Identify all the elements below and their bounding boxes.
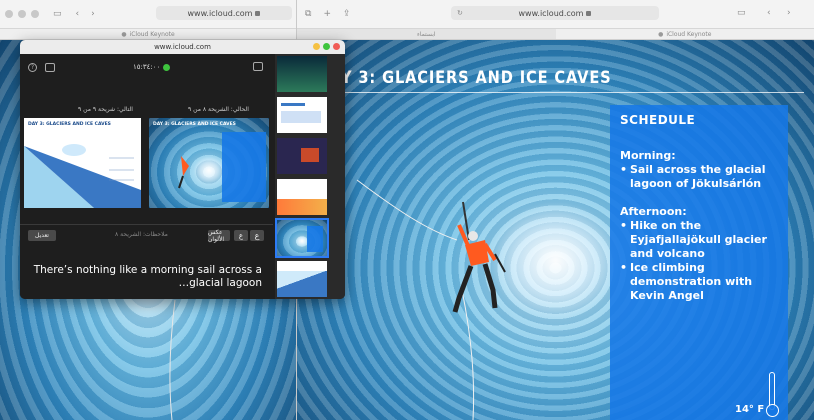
notes-label: ملاحظات: الشريحة ٨ <box>115 231 168 238</box>
sidebar-panel-icon[interactable] <box>253 62 263 71</box>
lock-icon <box>255 10 261 16</box>
address-text: www.icloud.com <box>187 8 253 18</box>
window-zoom-button[interactable] <box>31 10 39 18</box>
right-toolbar: ⧉ + ⇪ ↻ www.icloud.com ▭ ‹ › <box>297 0 814 28</box>
afternoon-item: Hike on the Eyjafjallajökull glacier and… <box>620 219 778 261</box>
tab-arabic-label: ابستماء <box>416 30 436 38</box>
right-browser-window: ⧉ + ⇪ ↻ www.icloud.com ▭ ‹ › ابستماء ● i… <box>296 0 814 420</box>
navigator-slide-6[interactable] <box>277 261 327 297</box>
reload-icon[interactable]: ↻ <box>457 9 463 17</box>
back-icon[interactable]: ‹ <box>76 9 80 19</box>
right-lock-icon <box>586 10 592 16</box>
current-thumb-climber <box>178 156 189 189</box>
slide-canvas: Y 3: GLACIERS AND ICE CAVES SCHEDULE Mor… <box>297 40 814 420</box>
glacier-diagram <box>24 144 141 208</box>
presenter-titlebar: www.icloud.com <box>20 40 345 54</box>
forward-icon-right[interactable]: › <box>787 9 791 18</box>
invert-colors-button[interactable]: عكس الألوان <box>208 229 230 243</box>
right-tab-bar: ابستماء ● iCloud Keynote <box>297 28 814 40</box>
navigator-slide-2[interactable] <box>277 97 327 133</box>
temperature-label: 14° F <box>735 404 765 415</box>
font-larger-button[interactable]: ع <box>250 230 264 241</box>
slide-navigator <box>275 54 345 299</box>
presenter-zoom-button[interactable] <box>323 43 330 50</box>
navigator-slide-1[interactable] <box>277 56 327 92</box>
tab-icloud-keynote-right[interactable]: ● iCloud Keynote <box>555 29 814 39</box>
presenter-url: www.icloud.com <box>154 43 211 51</box>
window-close-button[interactable] <box>5 10 13 18</box>
tab-label: iCloud Keynote <box>129 30 175 38</box>
morning-list: Sail across the glacial lagoon of Jökuls… <box>620 163 778 191</box>
timer-text: ١٥:٣٤:٠٠ <box>133 63 161 71</box>
right-address-bar[interactable]: ↻ www.icloud.com <box>451 6 659 20</box>
edit-notes-button[interactable]: تعديل <box>28 230 56 241</box>
afternoon-heading: Afternoon: <box>620 205 687 218</box>
presenter-notes-text: There’s nothing like a morning sail acro… <box>33 264 262 289</box>
help-icon[interactable]: ? <box>28 62 37 72</box>
screen: ▭ ‹ › www.icloud.com ● iCloud Keynote ⧉ … <box>0 0 814 420</box>
next-slide-label: التالي: شريحة ٩ من ٩ <box>78 106 133 113</box>
sidebar-toggle-icon[interactable]: ▭ <box>737 9 746 18</box>
morning-heading: Morning: <box>620 149 676 162</box>
status-dot <box>163 63 171 71</box>
share-icon[interactable]: ⇪ <box>343 9 351 19</box>
navigator-slide-3[interactable] <box>277 138 327 174</box>
current-slide-label: الحالي: الشريحة ٨ من ٩ <box>188 106 249 113</box>
notes-divider <box>20 224 273 225</box>
new-tab-icon[interactable]: + <box>323 9 331 19</box>
tab-overview-icon[interactable]: ⧉ <box>305 9 311 19</box>
presentation-timer[interactable]: ١٥:٣٤:٠٠ <box>133 63 171 71</box>
current-slide-thumbnail[interactable]: DAY 3: GLACIERS AND ICE CAVES <box>149 118 269 208</box>
navigator-slide-5[interactable] <box>275 218 329 258</box>
navigator-slide-4[interactable] <box>277 179 327 215</box>
forward-icon[interactable]: › <box>91 9 95 19</box>
sidebar-icon[interactable]: ▭ <box>53 9 62 19</box>
next-slide-thumbnail[interactable]: DAY 3: GLACIERS AND ICE CAVES <box>24 118 141 208</box>
presenter-minimize-button[interactable] <box>313 43 320 50</box>
apple-icon: ● <box>121 30 127 38</box>
tab-right-label: iCloud Keynote <box>666 30 712 38</box>
window-minimize-button[interactable] <box>18 10 26 18</box>
afternoon-item: Ice climbing demonstration with Kevin An… <box>620 261 778 303</box>
afternoon-list: Hike on the Eyjafjallajökull glacier and… <box>620 219 778 303</box>
left-toolbar: ▭ ‹ › www.icloud.com <box>0 0 296 28</box>
address-bar[interactable]: www.icloud.com <box>156 6 292 20</box>
thermometer-icon <box>766 372 779 417</box>
presenter-main-panel: ? ١٥:٣٤:٠٠ التالي: شريحة ٩ من ٩ الحالي: … <box>20 54 273 299</box>
tab-icloud-keynote[interactable]: ● iCloud Keynote <box>0 29 296 39</box>
right-address-text: www.icloud.com <box>518 8 584 18</box>
morning-item: Sail across the glacial lagoon of Jökuls… <box>620 163 778 191</box>
schedule-heading: SCHEDULE <box>620 113 696 127</box>
presenter-close-button[interactable] <box>333 43 340 50</box>
apple-icon-right: ● <box>658 30 664 38</box>
back-icon-right[interactable]: ‹ <box>767 9 771 18</box>
font-smaller-button[interactable]: ع <box>234 230 248 241</box>
tab-arabic[interactable]: ابستماء <box>297 29 556 39</box>
presenter-display-window: www.icloud.com ? ١٥:٣٤:٠٠ التالي: شريحة … <box>20 40 345 299</box>
left-tab-bar: ● iCloud Keynote <box>0 28 296 40</box>
layout-icon[interactable] <box>45 62 55 72</box>
schedule-box: SCHEDULE Morning: Sail across the glacia… <box>610 105 788 420</box>
